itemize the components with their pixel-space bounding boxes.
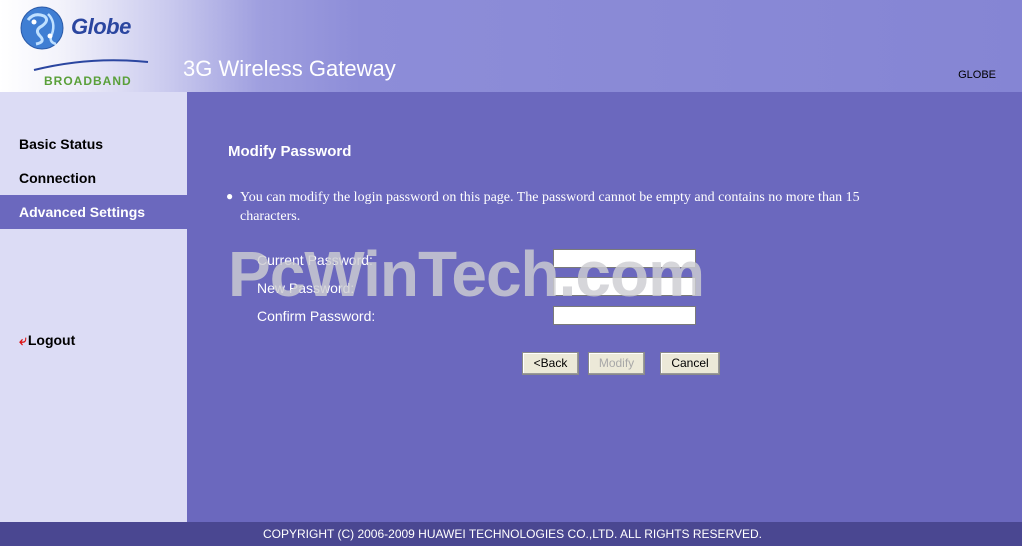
gateway-title: 3G Wireless Gateway xyxy=(183,56,396,81)
cancel-button[interactable]: Cancel xyxy=(660,352,720,375)
logout-arrow-icon: ⤶ xyxy=(19,332,27,348)
sidebar-footer xyxy=(0,522,187,546)
header-banner: Globe BROADBAND 3G Wireless Gateway GLOB… xyxy=(0,0,1022,92)
modify-button[interactable]: Modify xyxy=(588,352,645,375)
sidebar-item-connection[interactable]: Connection xyxy=(0,161,187,195)
info-text: You can modify the login password on thi… xyxy=(240,190,860,224)
copyright-text: COPYRIGHT (C) 2006-2009 HUAWEI TECHNOLOG… xyxy=(263,527,763,541)
main-content: Modify Password ● You can modify the log… xyxy=(187,92,1022,522)
logout-label: Logout xyxy=(27,332,76,348)
logout-link[interactable]: ⤶Logout xyxy=(19,332,75,349)
sidebar-item-basic-status[interactable]: Basic Status xyxy=(0,127,187,161)
sidebar: Basic Status Connection Advanced Setting… xyxy=(0,92,187,522)
current-password-input[interactable] xyxy=(553,249,696,268)
bullet-icon: ● xyxy=(226,189,234,203)
sidebar-item-advanced-settings[interactable]: Advanced Settings xyxy=(0,195,187,229)
confirm-password-input[interactable] xyxy=(553,306,696,325)
logo-subtext: BROADBAND xyxy=(44,74,132,88)
confirm-password-label: Confirm Password: xyxy=(257,308,376,324)
current-password-label: Current Password: xyxy=(257,252,373,268)
brand-label: GLOBE xyxy=(958,69,996,81)
page-title: Modify Password xyxy=(228,143,352,160)
new-password-label: New Password: xyxy=(257,280,355,296)
new-password-input[interactable] xyxy=(553,277,696,296)
logo-text: Globe xyxy=(71,14,131,39)
back-button[interactable]: <Back xyxy=(522,352,579,375)
